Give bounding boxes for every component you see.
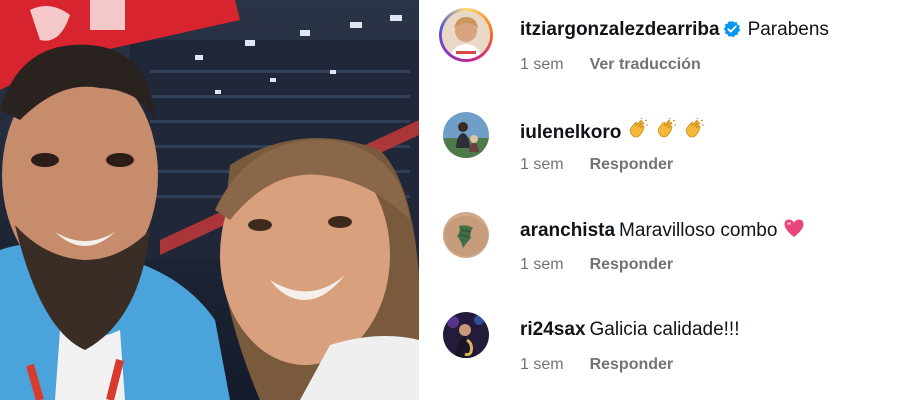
selfie-photo <box>0 0 419 400</box>
comment-username[interactable]: aranchista <box>520 220 615 241</box>
reply-button[interactable]: Responder <box>590 156 674 173</box>
avatar-photo <box>443 312 489 358</box>
pink-heart-icon <box>783 218 805 245</box>
commenter-avatar[interactable] <box>443 112 489 158</box>
reply-button[interactable]: Responder <box>590 356 674 373</box>
comment-time[interactable]: 1 sem <box>520 56 564 73</box>
comment-username[interactable]: itziargonzalezdearriba <box>520 19 720 40</box>
post-photo[interactable] <box>0 0 419 400</box>
comment-item: itziargonzalezdearriba Parabens 1 sem Ver … <box>419 0 911 100</box>
comment-username[interactable]: iulenelkoro <box>520 122 621 143</box>
comment-item: iulenelkoro 1 sem Responder <box>419 100 911 200</box>
reply-button[interactable]: Responder <box>590 256 674 273</box>
comment-text: Maravilloso combo <box>619 220 778 241</box>
comment-item: ri24sax Galicia calidade!!! 1 sem Responde… <box>419 300 911 400</box>
avatar-photo <box>442 11 490 59</box>
clapping-hands-icon <box>655 117 677 147</box>
see-translation-button[interactable]: Ver traducción <box>590 56 701 73</box>
story-ring-avatar[interactable] <box>439 8 493 62</box>
comment-time[interactable]: 1 sem <box>520 356 564 373</box>
comment-text: Parabens <box>747 19 829 40</box>
comment-username[interactable]: ri24sax <box>520 319 586 340</box>
verified-badge-icon <box>723 20 741 45</box>
clapping-hands-icon <box>627 117 649 147</box>
avatar-photo <box>443 212 489 258</box>
comment-time[interactable]: 1 sem <box>520 256 564 273</box>
commenter-avatar[interactable] <box>443 212 489 258</box>
commenter-avatar[interactable] <box>443 312 489 358</box>
comment-item: aranchista Maravilloso combo 1 sem Respond… <box>419 200 911 300</box>
comment-time[interactable]: 1 sem <box>520 156 564 173</box>
comment-text: Galicia calidade!!! <box>589 319 740 340</box>
avatar-photo <box>443 112 489 158</box>
comments-panel: itziargonzalezdearriba Parabens 1 sem Ver … <box>419 0 911 400</box>
clapping-hands-icon <box>683 117 705 147</box>
